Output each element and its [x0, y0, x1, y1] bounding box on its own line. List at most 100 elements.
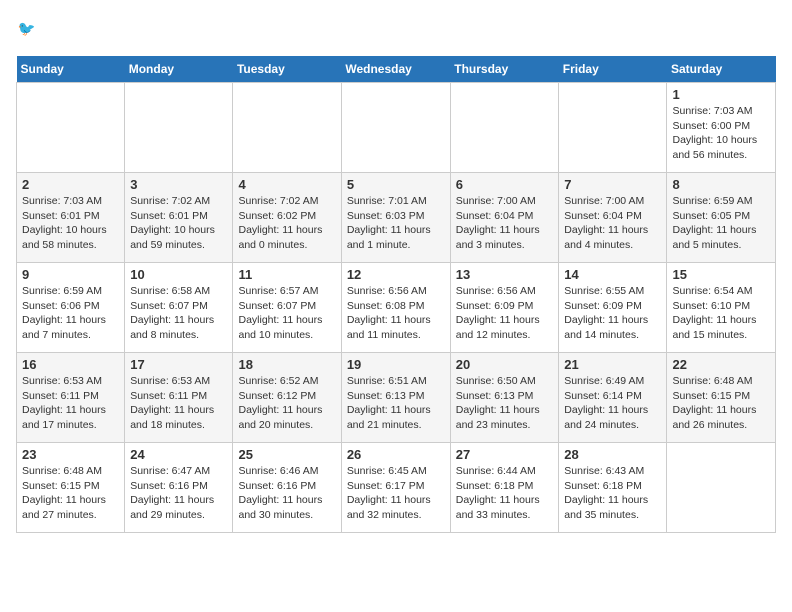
calendar-day-cell: 16Sunrise: 6:53 AM Sunset: 6:11 PM Dayli… — [17, 353, 125, 443]
calendar-day-cell: 18 Sunrise: 6:52 AM Sunset: 6:12 PM Dayli… — [233, 353, 341, 443]
day-info: Sunrise: 6:56 AM Sunset: 6:08 PM Dayligh… — [347, 284, 445, 343]
day-info: Sunrise: 6:52 AM Sunset: 6:12 PM Dayligh… — [238, 374, 335, 433]
logo: 🐦 — [16, 16, 52, 48]
day-number: 6 — [456, 177, 554, 192]
day-number: 17 — [130, 357, 227, 372]
day-number: 3 — [130, 177, 227, 192]
calendar-day-cell: 23 Sunrise: 6:48 AM Sunset: 6:15 PM Dayli… — [17, 443, 125, 533]
day-info: Sunrise: 6:49 AM Sunset: 6:14 PM Dayligh… — [564, 374, 661, 433]
weekday-header: Monday — [125, 56, 233, 83]
calendar-week-row: 2 Sunrise: 7:03 AM Sunset: 6:01 PM Daylig… — [17, 173, 776, 263]
day-info: Sunrise: 6:59 AM Sunset: 6:06 PM Dayligh… — [22, 284, 119, 343]
day-number: 12 — [347, 267, 445, 282]
day-info: Sunrise: 6:58 AM Sunset: 6:07 PM Dayligh… — [130, 284, 227, 343]
day-number: 10 — [130, 267, 227, 282]
calendar-day-cell: 3 Sunrise: 7:02 AM Sunset: 6:01 PM Daylig… — [125, 173, 233, 263]
weekday-header: Thursday — [450, 56, 559, 83]
day-info: Sunrise: 7:02 AM Sunset: 6:01 PM Dayligh… — [130, 194, 227, 253]
day-info: Sunrise: 6:53 AM Sunset: 6:11 PM Dayligh… — [22, 374, 119, 433]
day-number: 14 — [564, 267, 661, 282]
day-number: 27 — [456, 447, 554, 462]
day-info: Sunrise: 6:55 AM Sunset: 6:09 PM Dayligh… — [564, 284, 661, 343]
day-number: 9 — [22, 267, 119, 282]
day-number: 8 — [672, 177, 770, 192]
calendar-day-cell: 12 Sunrise: 6:56 AM Sunset: 6:08 PM Dayli… — [341, 263, 450, 353]
day-info: Sunrise: 6:53 AM Sunset: 6:11 PM Dayligh… — [130, 374, 227, 433]
calendar-week-row: 1 Sunrise: 7:03 AM Sunset: 6:00 PM Daylig… — [17, 83, 776, 173]
day-info: Sunrise: 6:46 AM Sunset: 6:16 PM Dayligh… — [238, 464, 335, 523]
weekday-header: Wednesday — [341, 56, 450, 83]
day-info: Sunrise: 6:57 AM Sunset: 6:07 PM Dayligh… — [238, 284, 335, 343]
page-header: 🐦 — [16, 16, 776, 48]
day-number: 18 — [238, 357, 335, 372]
calendar-day-cell — [125, 83, 233, 173]
weekday-header: Saturday — [667, 56, 776, 83]
day-info: Sunrise: 7:00 AM Sunset: 6:04 PM Dayligh… — [564, 194, 661, 253]
calendar-day-cell: 17 Sunrise: 6:53 AM Sunset: 6:11 PM Dayli… — [125, 353, 233, 443]
day-info: Sunrise: 6:59 AM Sunset: 6:05 PM Dayligh… — [672, 194, 770, 253]
calendar-day-cell — [667, 443, 776, 533]
calendar-day-cell: 24 Sunrise: 6:47 AM Sunset: 6:16 PM Dayli… — [125, 443, 233, 533]
calendar-day-cell: 13 Sunrise: 6:56 AM Sunset: 6:09 PM Dayli… — [450, 263, 559, 353]
day-number: 4 — [238, 177, 335, 192]
calendar-day-cell: 5 Sunrise: 7:01 AM Sunset: 6:03 PM Daylig… — [341, 173, 450, 263]
day-number: 20 — [456, 357, 554, 372]
day-number: 1 — [672, 87, 770, 102]
day-number: 15 — [672, 267, 770, 282]
day-info: Sunrise: 6:43 AM Sunset: 6:18 PM Dayligh… — [564, 464, 661, 523]
calendar-day-cell — [341, 83, 450, 173]
day-number: 13 — [456, 267, 554, 282]
calendar-day-cell: 11Sunrise: 6:57 AM Sunset: 6:07 PM Dayli… — [233, 263, 341, 353]
calendar-day-cell: 19 Sunrise: 6:51 AM Sunset: 6:13 PM Dayli… — [341, 353, 450, 443]
calendar-day-cell: 6 Sunrise: 7:00 AM Sunset: 6:04 PM Daylig… — [450, 173, 559, 263]
calendar-day-cell: 21 Sunrise: 6:49 AM Sunset: 6:14 PM Dayli… — [559, 353, 667, 443]
day-info: Sunrise: 6:44 AM Sunset: 6:18 PM Dayligh… — [456, 464, 554, 523]
weekday-header: Sunday — [17, 56, 125, 83]
calendar-day-cell: 7 Sunrise: 7:00 AM Sunset: 6:04 PM Daylig… — [559, 173, 667, 263]
day-number: 23 — [22, 447, 119, 462]
calendar-day-cell: 15Sunrise: 6:54 AM Sunset: 6:10 PM Dayli… — [667, 263, 776, 353]
day-number: 25 — [238, 447, 335, 462]
svg-text:🐦: 🐦 — [18, 22, 36, 38]
day-info: Sunrise: 6:47 AM Sunset: 6:16 PM Dayligh… — [130, 464, 227, 523]
calendar-day-cell: 8 Sunrise: 6:59 AM Sunset: 6:05 PM Daylig… — [667, 173, 776, 263]
calendar-day-cell: 22 Sunrise: 6:48 AM Sunset: 6:15 PM Dayli… — [667, 353, 776, 443]
calendar-day-cell: 10 Sunrise: 6:58 AM Sunset: 6:07 PM Dayli… — [125, 263, 233, 353]
calendar-day-cell — [17, 83, 125, 173]
day-info: Sunrise: 7:03 AM Sunset: 6:00 PM Dayligh… — [672, 104, 770, 163]
calendar-header-row: SundayMondayTuesdayWednesdayThursdayFrid… — [17, 56, 776, 83]
day-info: Sunrise: 7:01 AM Sunset: 6:03 PM Dayligh… — [347, 194, 445, 253]
calendar-day-cell: 28 Sunrise: 6:43 AM Sunset: 6:18 PM Dayli… — [559, 443, 667, 533]
day-info: Sunrise: 6:51 AM Sunset: 6:13 PM Dayligh… — [347, 374, 445, 433]
day-number: 24 — [130, 447, 227, 462]
logo-icon: 🐦 — [16, 16, 48, 48]
calendar-day-cell — [450, 83, 559, 173]
calendar-week-row: 16Sunrise: 6:53 AM Sunset: 6:11 PM Dayli… — [17, 353, 776, 443]
calendar-table: SundayMondayTuesdayWednesdayThursdayFrid… — [16, 56, 776, 533]
calendar-day-cell: 25 Sunrise: 6:46 AM Sunset: 6:16 PM Dayli… — [233, 443, 341, 533]
calendar-day-cell: 27 Sunrise: 6:44 AM Sunset: 6:18 PM Dayli… — [450, 443, 559, 533]
weekday-header: Tuesday — [233, 56, 341, 83]
day-number: 7 — [564, 177, 661, 192]
day-info: Sunrise: 7:02 AM Sunset: 6:02 PM Dayligh… — [238, 194, 335, 253]
day-number: 22 — [672, 357, 770, 372]
day-number: 19 — [347, 357, 445, 372]
day-number: 28 — [564, 447, 661, 462]
day-number: 21 — [564, 357, 661, 372]
calendar-day-cell — [559, 83, 667, 173]
calendar-day-cell: 2 Sunrise: 7:03 AM Sunset: 6:01 PM Daylig… — [17, 173, 125, 263]
day-info: Sunrise: 6:48 AM Sunset: 6:15 PM Dayligh… — [22, 464, 119, 523]
day-info: Sunrise: 6:56 AM Sunset: 6:09 PM Dayligh… — [456, 284, 554, 343]
day-info: Sunrise: 6:50 AM Sunset: 6:13 PM Dayligh… — [456, 374, 554, 433]
day-number: 26 — [347, 447, 445, 462]
day-info: Sunrise: 7:00 AM Sunset: 6:04 PM Dayligh… — [456, 194, 554, 253]
day-number: 5 — [347, 177, 445, 192]
day-number: 2 — [22, 177, 119, 192]
day-info: Sunrise: 6:48 AM Sunset: 6:15 PM Dayligh… — [672, 374, 770, 433]
calendar-day-cell: 20 Sunrise: 6:50 AM Sunset: 6:13 PM Dayli… — [450, 353, 559, 443]
calendar-day-cell: 26Sunrise: 6:45 AM Sunset: 6:17 PM Dayli… — [341, 443, 450, 533]
calendar-day-cell — [233, 83, 341, 173]
calendar-body: 1 Sunrise: 7:03 AM Sunset: 6:00 PM Daylig… — [17, 83, 776, 533]
day-info: Sunrise: 7:03 AM Sunset: 6:01 PM Dayligh… — [22, 194, 119, 253]
weekday-header: Friday — [559, 56, 667, 83]
